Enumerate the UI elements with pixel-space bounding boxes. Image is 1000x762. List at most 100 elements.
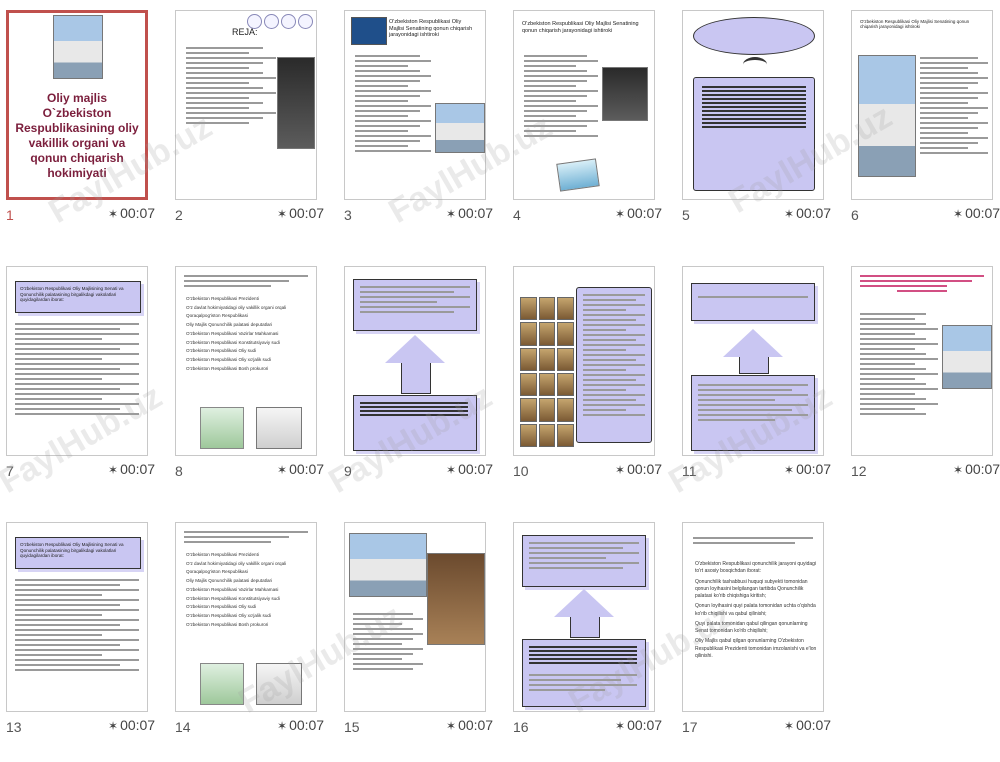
star-icon: ✶: [953, 207, 964, 221]
people-photo: [277, 57, 315, 149]
slide-timing: ✶ 00:07: [277, 205, 325, 221]
slide-number: 14: [175, 719, 191, 735]
title-banner: O'zbekiston Respublikasi Oliy Majlisinin…: [15, 281, 141, 313]
star-icon: ✶: [784, 463, 795, 477]
slide-title: O'zbekiston Respublikasi Oliy Majlisi Se…: [860, 19, 970, 30]
slide-timing: ✶ 00:07: [784, 461, 832, 477]
slide-sorter-grid: Oliy majlis O`zbekiston Respublikasining…: [0, 0, 1000, 750]
bullet-list: O'zbekiston Respublikasi Prezidenti O'z d…: [186, 296, 287, 371]
slide-thumbnail[interactable]: 16 ✶ 00:07: [507, 512, 675, 762]
slide-thumbnail[interactable]: 11 ✶ 00:07: [676, 256, 844, 506]
slide-title: REJA:: [232, 27, 258, 37]
slide-timing: ✶ 00:07: [446, 717, 494, 733]
slide-number: 17: [682, 719, 698, 735]
text-box: [691, 375, 815, 451]
bullet-list: O'zbekiston Respublikasi qonunchilik jar…: [695, 561, 817, 659]
slide-number: 3: [344, 207, 352, 223]
document-image: [556, 158, 600, 192]
slide-thumbnail[interactable]: O'zbekiston Respublikasi qonunchilik jar…: [676, 512, 844, 762]
slide-timing: ✶ 00:07: [615, 461, 663, 477]
slide-timing: ✶ 00:07: [615, 205, 663, 221]
slide-number: 12: [851, 463, 867, 479]
slide-number: 11: [682, 463, 697, 479]
slide-thumbnail[interactable]: O'zbekiston Respublikasi Oliy Majlisinin…: [0, 256, 168, 506]
up-arrow-icon: [723, 329, 783, 357]
star-icon: ✶: [446, 719, 457, 733]
slide-thumbnail[interactable]: Oliy majlis O`zbekiston Respublikasining…: [0, 0, 168, 250]
building-photo: [858, 55, 916, 177]
slide-preview: O'zbekiston Respublikasi Oliy Majlisi Se…: [513, 10, 655, 200]
slide-thumbnail[interactable]: O'zbekiston Respublikasi Oliy Majlisinin…: [0, 512, 168, 762]
slide-thumbnail[interactable]: O'zbekiston Respublikasi Oliy Majlisi Se…: [507, 0, 675, 250]
slide-timing: ✶ 00:07: [108, 205, 156, 221]
building-night-photo: [602, 67, 648, 121]
star-icon: ✶: [277, 463, 288, 477]
slide-timing: ✶ 00:07: [446, 205, 494, 221]
text-banner: [522, 535, 646, 587]
slide-number: 1: [6, 207, 14, 223]
slide-timing: ✶ 00:07: [108, 461, 156, 477]
star-icon: ✶: [277, 719, 288, 733]
slide-preview: [513, 522, 655, 712]
slide-thumbnail[interactable]: O'zbekiston Respublikasi Prezidenti O'z d…: [169, 512, 337, 762]
slide-preview: [344, 266, 486, 456]
slide-thumbnail[interactable]: 12 ✶ 00:07: [845, 256, 1000, 506]
curved-arrow-icon: [743, 57, 767, 72]
text-banner: [691, 283, 815, 321]
slide-preview: [682, 266, 824, 456]
text-banner: [353, 279, 477, 331]
slide-preview: [851, 266, 993, 456]
star-icon: ✶: [784, 719, 795, 733]
star-icon: ✶: [108, 207, 119, 221]
slide-timing: ✶ 00:07: [784, 205, 832, 221]
slide-preview: O'zbekiston Respublikasi Oliy Majlisinin…: [6, 266, 148, 456]
slide-title: O'zbekiston Respublikasi Oliy Majlisi Se…: [389, 19, 473, 39]
bullet-list: O'zbekiston Respublikasi Prezidenti O'z d…: [186, 552, 287, 627]
slide-title: O'zbekiston Respublikasi Oliy Majlisinin…: [20, 542, 124, 558]
star-icon: ✶: [615, 207, 626, 221]
slide-number: 5: [682, 207, 690, 223]
arrow-stem: [570, 617, 600, 638]
emblem-image: [351, 17, 387, 45]
slide-number: 2: [175, 207, 183, 223]
star-icon: ✶: [953, 463, 964, 477]
slide-thumbnail[interactable]: 15 ✶ 00:07: [338, 512, 506, 762]
slide-number: 9: [344, 463, 352, 479]
slide-thumbnail[interactable]: O'zbekiston Respublikasi Oliy Majlisi Se…: [845, 0, 1000, 250]
slide-number: 16: [513, 719, 529, 735]
slide-thumbnail[interactable]: O'zbekiston Respublikasi Oliy Majlisi Se…: [338, 0, 506, 250]
star-icon: ✶: [446, 207, 457, 221]
star-icon: ✶: [446, 463, 457, 477]
slide-thumbnail[interactable]: O'zbekiston Respublikasi Prezidenti O'z d…: [169, 256, 337, 506]
slide-preview: O'zbekiston Respublikasi qonunchilik jar…: [682, 522, 824, 712]
slide-title: O'zbekiston Respublikasi Oliy Majlisi Se…: [522, 21, 639, 34]
slide-thumbnail[interactable]: 5 ✶ 00:07: [676, 0, 844, 250]
logo-image: [200, 663, 244, 705]
slide-number: 6: [851, 207, 859, 223]
star-icon: ✶: [784, 207, 795, 221]
slide-timing: ✶ 00:07: [277, 717, 325, 733]
assembly-hall-photo: [427, 553, 485, 645]
star-icon: ✶: [615, 463, 626, 477]
slide-title: Oliy majlis O`zbekiston Respublikasining…: [15, 91, 139, 180]
slide-preview: [513, 266, 655, 456]
slide-thumbnail[interactable]: 9 ✶ 00:07: [338, 256, 506, 506]
slide-preview: Oliy majlis O`zbekiston Respublikasining…: [6, 10, 148, 200]
scroll-shape: [576, 287, 652, 443]
star-icon: ✶: [277, 207, 288, 221]
slide-number: 10: [513, 463, 529, 479]
slide-number: 15: [344, 719, 360, 735]
slide-title: O'zbekiston Respublikasi Oliy Majlisinin…: [20, 286, 124, 302]
photo-mosaic: [520, 297, 574, 447]
logo-image: [200, 407, 244, 449]
slide-preview: O'zbekiston Respublikasi Oliy Majlisi Se…: [344, 10, 486, 200]
scroll-shape: [693, 77, 815, 191]
slide-number: 4: [513, 207, 521, 223]
slide-preview: O'zbekiston Respublikasi Oliy Majlisinin…: [6, 522, 148, 712]
slide-preview: O'zbekiston Respublikasi Oliy Majlisi Se…: [851, 10, 993, 200]
arrow-stem: [739, 357, 769, 374]
document-image: [256, 663, 302, 705]
slide-heading-lines: [860, 275, 984, 292]
slide-thumbnail[interactable]: 10 ✶ 00:07: [507, 256, 675, 506]
slide-thumbnail[interactable]: REJA: 2 ✶ 00:07: [169, 0, 337, 250]
